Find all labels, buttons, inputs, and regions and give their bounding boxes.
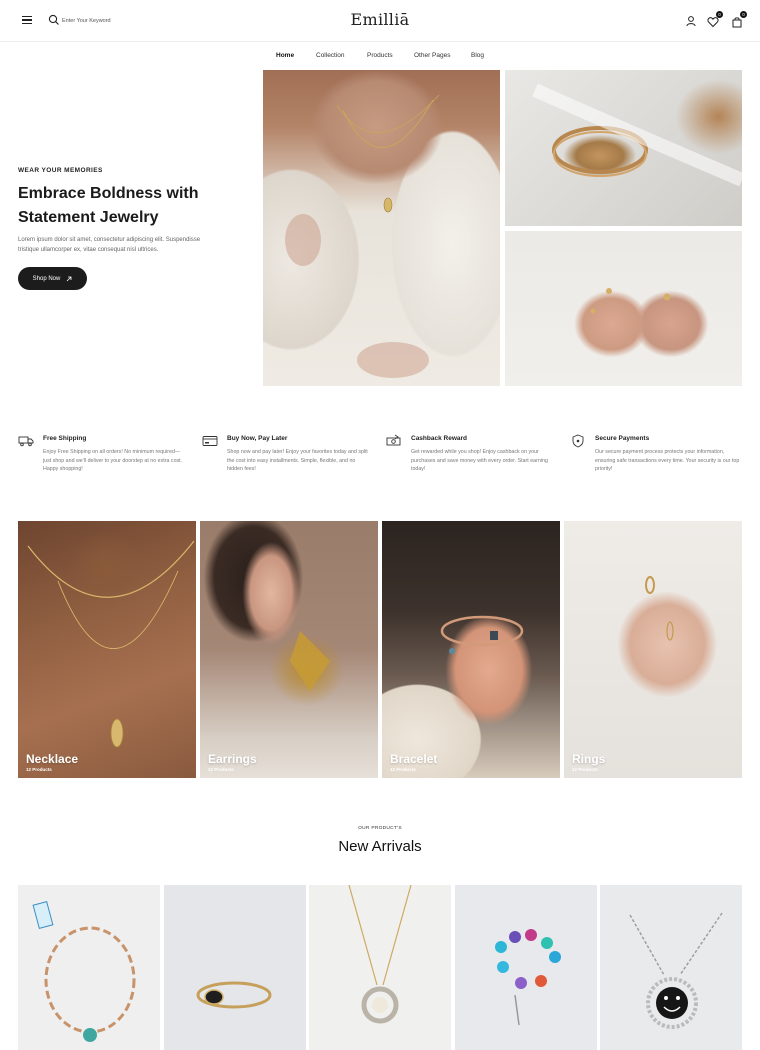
feature-text: Shop now and pay later! Enjoy your favor… (227, 449, 368, 472)
feature-title: Cashback Reward (411, 435, 467, 442)
category-count: 12 Products (26, 767, 52, 772)
gold-ring-image (196, 981, 272, 1009)
category-card-rings[interactable]: Rings 12 Products (564, 521, 742, 778)
truck-icon (18, 436, 34, 447)
shop-now-button[interactable]: Shop Now (18, 267, 87, 290)
hero-photo-bracelets (505, 70, 742, 226)
product-card-smiley-pendant[interactable] (600, 885, 742, 1050)
category-count: 12 Products (390, 767, 416, 772)
shield-icon (572, 434, 584, 448)
shopping-bag-icon (732, 17, 742, 28)
hamburger-menu-icon[interactable] (22, 16, 32, 24)
feature-text: Our secure payment process protects your… (595, 449, 740, 472)
cart-count-badge: 0 (740, 11, 747, 18)
hero-title: Embrace Boldness with Statement Jewelry (18, 182, 238, 230)
bracelet-illustration (532, 83, 742, 187)
search-input[interactable] (62, 14, 182, 28)
rings-illustration (590, 288, 671, 314)
card-icon (202, 436, 218, 446)
product-card-pearl-bracelet[interactable] (18, 885, 160, 1050)
product-card-gold-ring[interactable] (164, 885, 306, 1050)
category-card-necklace[interactable]: Necklace 12 Products (18, 521, 196, 778)
category-card-bracelet[interactable]: Bracelet 12 Products (382, 521, 560, 778)
necklace-illustration (285, 94, 440, 378)
nav-item-products[interactable]: Products (367, 52, 393, 59)
search-icon[interactable] (48, 14, 60, 26)
arrow-up-right-icon (67, 276, 72, 281)
main-nav: Home Collection Products Other Pages Blo… (0, 52, 760, 62)
cash-icon (386, 434, 401, 446)
product-card-pendant-necklace[interactable] (309, 885, 451, 1050)
hero-description: Lorem ipsum dolor sit amet, consectetur … (18, 237, 201, 253)
site-header: Emilliā 0 0 (0, 0, 760, 42)
smiley-pendant-image (629, 912, 723, 1029)
charm-bracelet-image (495, 929, 561, 1026)
earrings-photo (290, 631, 330, 691)
hero-photo-rings (505, 231, 742, 386)
nav-item-other-pages[interactable]: Other Pages (414, 52, 451, 59)
nav-item-blog[interactable]: Blog (471, 52, 484, 59)
feature-text: Get rewarded while you shop! Enjoy cashb… (411, 449, 548, 472)
heart-icon (707, 17, 719, 28)
category-name: Earrings (208, 752, 257, 766)
nav-item-collection[interactable]: Collection (316, 52, 345, 59)
feature-text: Enjoy Free Shipping on all orders! No mi… (43, 449, 183, 472)
hero-eyebrow: WEAR YOUR MEMORIES (18, 167, 103, 174)
feature-title: Secure Payments (595, 435, 650, 442)
category-count: 12 Products (572, 767, 598, 772)
nav-item-home[interactable]: Home (276, 52, 294, 59)
account-icon[interactable] (685, 15, 697, 27)
hero-title-line-2: Statement Jewelry (18, 209, 159, 226)
arrivals-eyebrow: OUR PRODUCT'S (358, 826, 402, 831)
arrivals-title: New Arrivals (338, 838, 422, 855)
category-card-earrings[interactable]: Earrings 12 Products (200, 521, 378, 778)
wishlist-button[interactable]: 0 (707, 11, 723, 28)
site-logo[interactable]: Emilliā (351, 10, 410, 29)
cart-button[interactable]: 0 (731, 11, 747, 28)
feature-title: Free Shipping (43, 435, 87, 442)
category-name: Bracelet (390, 752, 438, 766)
hero-photo-necklace (263, 70, 500, 386)
bracelet-photo (440, 615, 524, 654)
category-count: 12 Products (208, 767, 234, 772)
category-name: Necklace (26, 752, 79, 766)
necklace-photo (27, 540, 195, 748)
category-name: Rings (572, 752, 606, 766)
shop-now-label: Shop Now (32, 275, 61, 282)
hero-title-line-1: Embrace Boldness with (18, 185, 199, 202)
feature-title: Buy Now, Pay Later (227, 435, 288, 442)
pendant-necklace-image (348, 885, 412, 1024)
wishlist-count-badge: 0 (716, 11, 723, 18)
product-card-charm-bracelet[interactable] (455, 885, 597, 1050)
rings-photo (645, 576, 674, 641)
pearl-bracelet-image (32, 900, 136, 1042)
